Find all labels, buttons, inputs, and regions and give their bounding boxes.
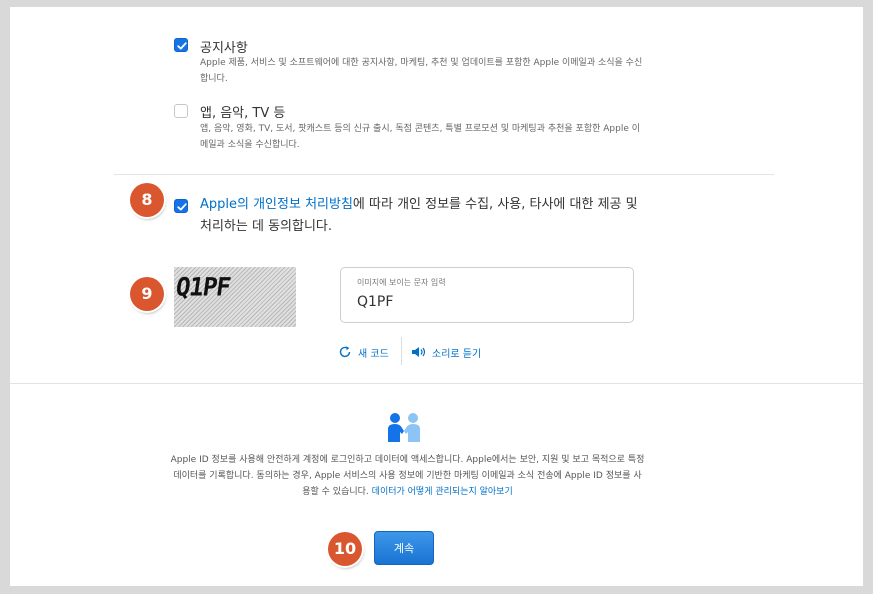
- refresh-icon: [339, 346, 351, 358]
- step-badge-10: 10: [328, 532, 362, 566]
- audio-captcha-button[interactable]: 소리로 듣기: [411, 342, 481, 362]
- captcha-input-label: 이미지에 보이는 문자 입력: [357, 278, 446, 287]
- captcha-image-text: Q1PF: [174, 272, 232, 302]
- apple-id-signup-panel: 공지사항 Apple 제품, 서비스 및 소프트웨어에 대한 공지사항, 마케팅…: [10, 7, 863, 586]
- speaker-icon: [412, 347, 426, 357]
- new-code-button[interactable]: 새 코드: [338, 342, 389, 362]
- checkmark-icon: [177, 203, 187, 211]
- privacy-consent-text: Apple의 개인정보 처리방침에 따라 개인 정보를 수집, 사용, 타사에 …: [200, 194, 640, 238]
- privacy-policy-link[interactable]: Apple의 개인정보 처리방침: [200, 197, 353, 212]
- captcha-image: Q1PF: [174, 267, 296, 327]
- audio-captcha-label: 소리로 듣기: [432, 348, 482, 360]
- checkmark-icon: [177, 42, 187, 50]
- section-divider: [114, 174, 774, 175]
- step-badge-8: 8: [130, 183, 164, 217]
- announcements-description: Apple 제품, 서비스 및 소프트웨어에 대한 공지사항, 마케팅, 추천 …: [200, 58, 643, 84]
- privacy-consent-checkbox[interactable]: [174, 199, 188, 213]
- captcha-input[interactable]: [357, 294, 617, 310]
- apps-music-tv-description: 앱, 음악, 영화, TV, 도서, 팟캐스트 등의 신규 출시, 독점 콘텐츠…: [200, 124, 640, 150]
- step-badge-9: 9: [130, 277, 164, 311]
- announcements-title: 공지사항: [200, 41, 248, 56]
- apps-music-tv-title: 앱, 음악, TV 등: [200, 106, 286, 121]
- handshake-people-icon: [388, 413, 420, 442]
- new-code-label: 새 코드: [358, 348, 389, 360]
- announcements-checkbox[interactable]: [174, 38, 188, 52]
- continue-button[interactable]: 계속: [374, 531, 434, 565]
- data-management-link[interactable]: 데이터가 어떻게 관리되는지 알아보기: [372, 487, 513, 497]
- apps-music-tv-checkbox[interactable]: [174, 104, 188, 118]
- captcha-action-divider: [401, 337, 402, 365]
- captcha-input-field[interactable]: 이미지에 보이는 문자 입력: [340, 267, 634, 323]
- section-divider: [10, 383, 863, 384]
- privacy-footer-text: Apple ID 정보를 사용해 안전하게 계정에 로그인하고 데이터에 액세스…: [170, 452, 645, 500]
